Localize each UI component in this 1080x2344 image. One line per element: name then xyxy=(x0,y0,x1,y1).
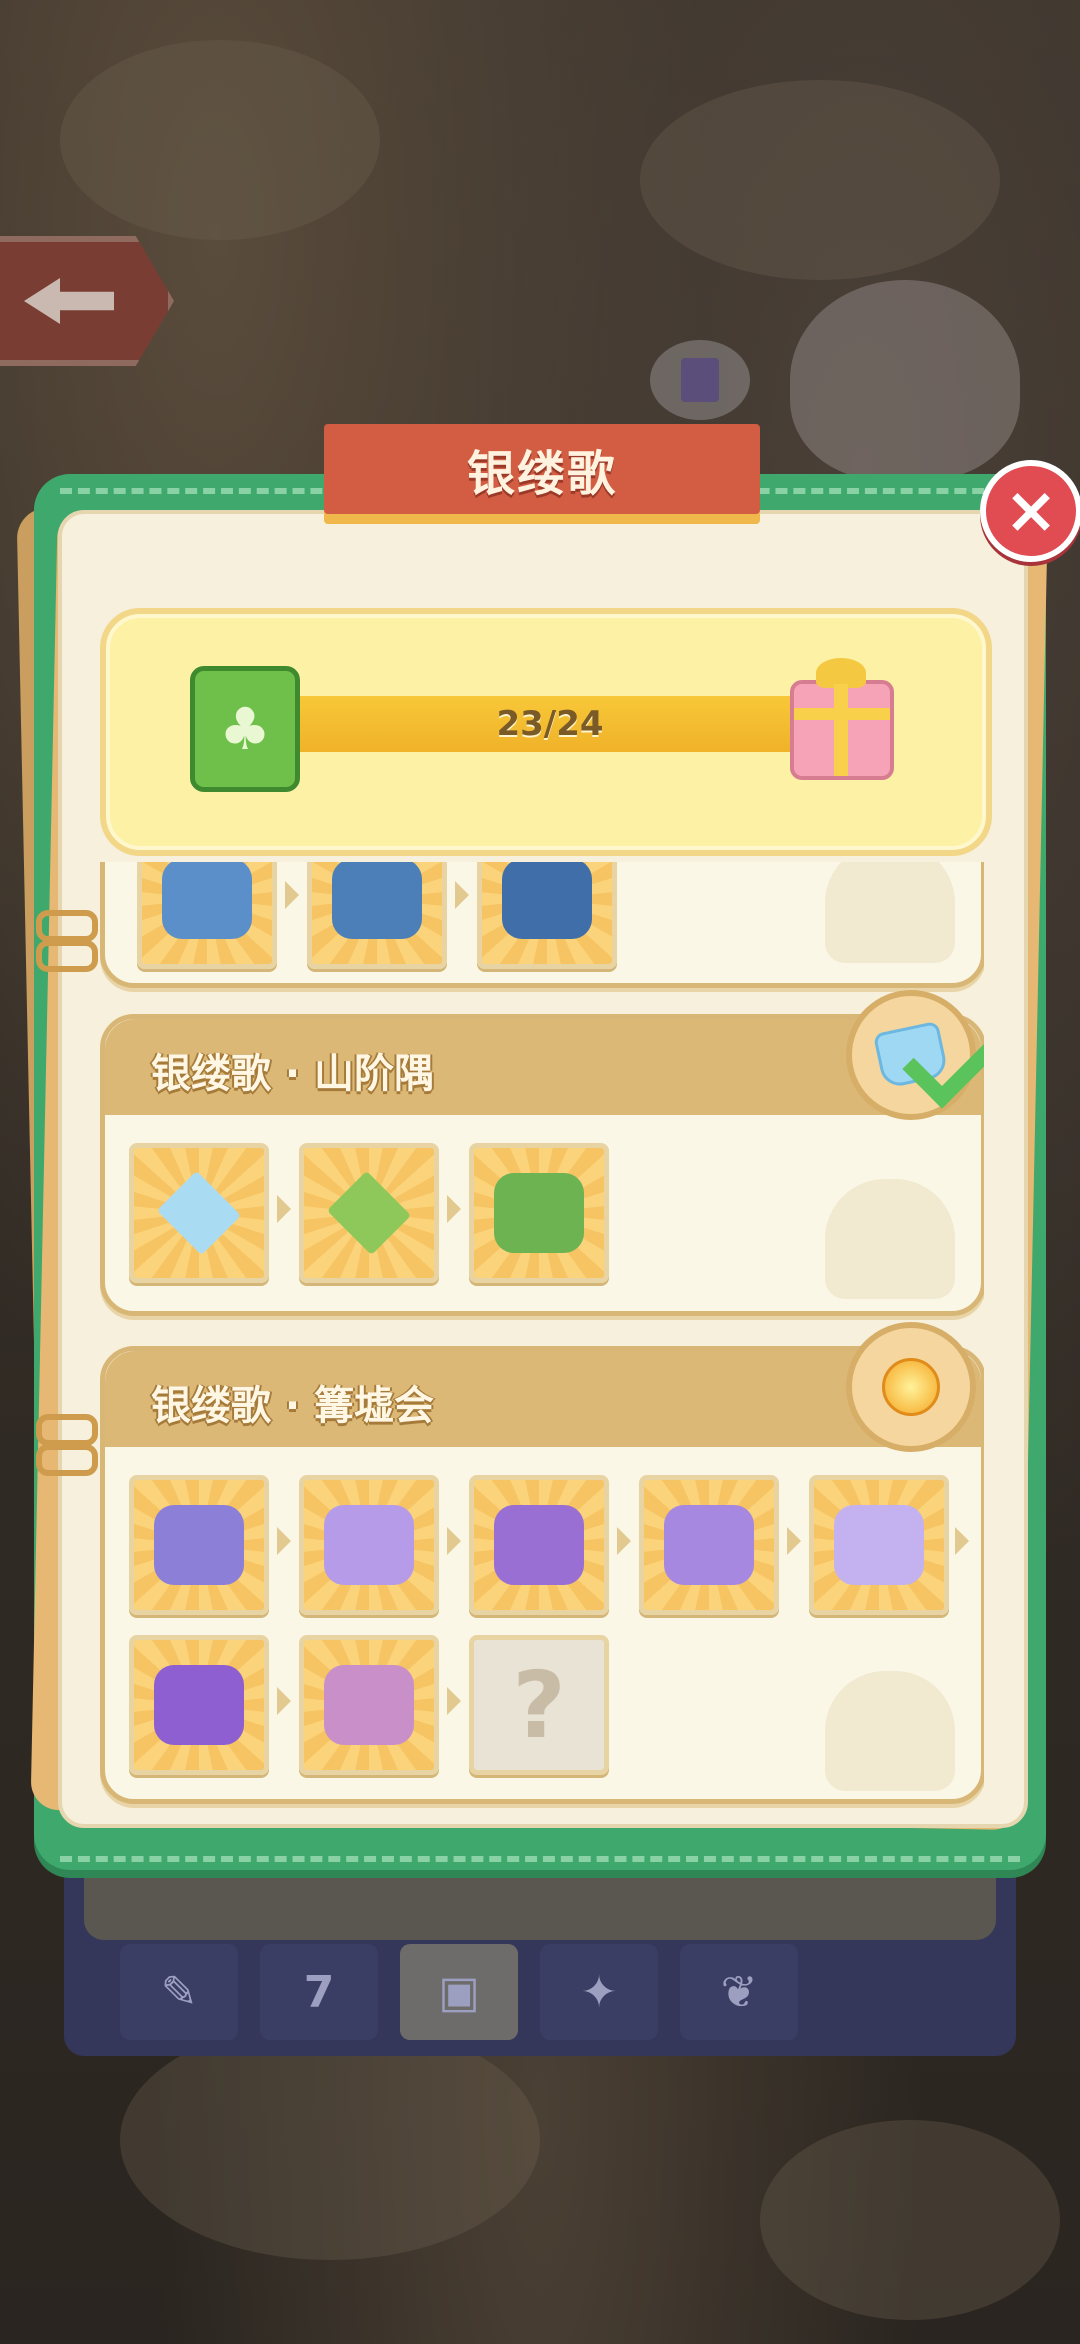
set-reward-badge[interactable] xyxy=(846,1322,976,1452)
chevron-right-icon xyxy=(787,1527,801,1555)
ghost-decoration xyxy=(825,862,955,963)
set-card xyxy=(100,862,984,988)
purple-drum-item[interactable] xyxy=(469,1475,609,1615)
back-arrow-icon xyxy=(24,278,114,324)
cards-icon[interactable]: ▣ xyxy=(400,1944,518,2040)
binder-ring xyxy=(36,910,98,942)
set-title: 银缕歌 · 篝墟会 xyxy=(151,1383,435,1429)
binder-ring xyxy=(36,1444,98,1476)
binder-ring xyxy=(36,1414,98,1446)
speech-bubble xyxy=(650,340,750,420)
leaf-icon[interactable]: ❦ xyxy=(680,1944,798,2040)
chevron-right-icon xyxy=(447,1195,461,1223)
background-shape xyxy=(640,80,1000,280)
tab-bar: ✎ 7 ▣ ✦ ❦ xyxy=(120,1944,820,2044)
background-shape xyxy=(760,2120,1060,2320)
tools-icon[interactable]: ✎ xyxy=(120,1944,238,2040)
book-icon xyxy=(681,358,719,402)
chevron-right-icon xyxy=(447,1527,461,1555)
chevron-right-icon xyxy=(455,881,469,909)
progress-label: 23/24 xyxy=(496,704,604,744)
clover-book-icon: ♣ xyxy=(190,666,300,792)
moon-harp-item[interactable] xyxy=(299,1475,439,1615)
set-list[interactable]: 银缕歌 · 山阶隅 银缕歌 · 篝墟会 ? xyxy=(96,862,984,1812)
ghost-decoration xyxy=(825,1179,955,1299)
question-mark-icon: ? xyxy=(512,1651,566,1759)
ghost-decoration xyxy=(825,1671,955,1791)
gift-icon[interactable]: ✦ xyxy=(540,1944,658,2040)
chevron-right-icon xyxy=(955,1527,969,1555)
purple-fan-item[interactable] xyxy=(639,1475,779,1615)
npc-character xyxy=(790,280,1020,480)
gift-box-icon[interactable] xyxy=(790,658,894,780)
blue-pavilion-item[interactable] xyxy=(307,862,447,969)
blue-castle-item[interactable] xyxy=(477,862,617,969)
calendar-icon[interactable]: 7 xyxy=(260,1944,378,2040)
close-button[interactable]: × xyxy=(980,460,1080,562)
gift-ribbon xyxy=(834,684,848,776)
modal-title: 银缕歌 xyxy=(466,446,617,502)
bouquet-ducks-item[interactable] xyxy=(299,1635,439,1775)
cover-stitch xyxy=(60,1856,1020,1862)
purple-duck-dancers-item[interactable] xyxy=(129,1635,269,1775)
calendar-label: 7 xyxy=(303,1966,335,2018)
silk-basket-item[interactable] xyxy=(129,1475,269,1615)
bottom-panel-inner xyxy=(84,1860,996,1940)
chevron-right-icon xyxy=(447,1687,461,1715)
bamboo-grass-tile-item[interactable] xyxy=(469,1143,609,1283)
locked-item[interactable]: ? xyxy=(469,1635,609,1775)
chevron-right-icon xyxy=(617,1527,631,1555)
background-shape xyxy=(60,40,380,240)
moon-scroll-item[interactable] xyxy=(809,1475,949,1615)
title-ribbon: 银缕歌 xyxy=(324,424,760,514)
chevron-right-icon xyxy=(285,881,299,909)
chevron-right-icon xyxy=(277,1687,291,1715)
blue-garden-house-item[interactable] xyxy=(137,862,277,969)
gift-ribbon xyxy=(794,708,890,720)
chevron-right-icon xyxy=(277,1195,291,1223)
set-title: 银缕歌 · 山阶隅 xyxy=(151,1051,435,1097)
binder-ring xyxy=(36,940,98,972)
close-icon: × xyxy=(1004,474,1058,548)
background-shape xyxy=(120,2020,540,2260)
sun-gem-icon xyxy=(882,1358,940,1416)
chevron-right-icon xyxy=(277,1527,291,1555)
grass-tile-item[interactable] xyxy=(299,1143,439,1283)
ice-floor-tile-item[interactable] xyxy=(129,1143,269,1283)
